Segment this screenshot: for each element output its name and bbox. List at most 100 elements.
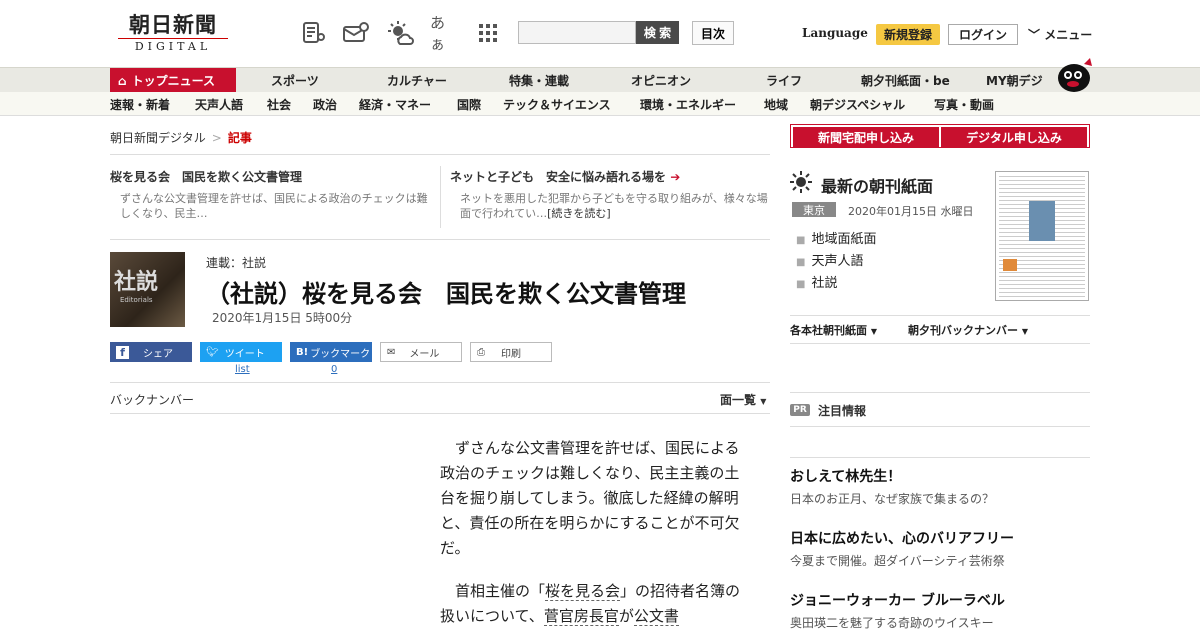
nav-breaking[interactable]: 速報・新着 — [110, 96, 170, 113]
article-date: 2020年1月15日 5時00分 — [212, 311, 353, 325]
edition-link[interactable]: ■ 天声人語 — [796, 250, 863, 269]
edition-link[interactable]: ■ 社説 — [796, 272, 837, 291]
keyword-link[interactable]: 菅官房長官 — [543, 607, 619, 626]
logo-main-text: 朝日新聞 — [129, 12, 217, 37]
font-size-icon[interactable]: あぁ — [430, 14, 458, 53]
divider — [790, 315, 1090, 316]
menu-button[interactable]: ﹀ メニュー — [1028, 26, 1092, 43]
backnumber-link[interactable]: バックナンバー — [110, 391, 194, 408]
twitter-icon: 🐦︎ — [206, 346, 219, 358]
grid-menu-icon[interactable] — [474, 20, 502, 46]
nav-opinion[interactable]: オピニオン — [631, 72, 691, 89]
edition-link[interactable]: ■ 地域面紙面 — [796, 228, 876, 247]
hatena-bookmark-button[interactable]: B! ブックマーク — [290, 342, 372, 362]
teaser-next[interactable]: ネットと子ども 安全に悩み語れる場を ➔ ネットを悪用した犯罪から子どもを守る取… — [450, 168, 770, 221]
promo-subtitle: 日本のお正月、なぜ家族で集まるの？ — [790, 492, 995, 506]
thumb-subtitle: Editorials — [120, 296, 153, 304]
nav-my-asadigi[interactable]: MY朝デジ — [986, 72, 1043, 89]
digital-subscribe-button[interactable]: デジタル申し込み — [941, 127, 1087, 147]
nav-politics[interactable]: 政治 — [313, 96, 337, 113]
back-issues-dropdown[interactable]: 朝夕刊バックナンバー ▼ — [908, 322, 1028, 338]
nav-print-edition[interactable]: 朝夕刊紙面・be — [861, 72, 950, 89]
nav-international[interactable]: 国際 — [457, 96, 481, 113]
text-run: 首相主催の「 — [455, 582, 546, 600]
hatena-count[interactable]: 0 — [331, 364, 337, 375]
hatena-label: ブックマーク — [310, 348, 371, 360]
teaser-summary: ずさんな公文書管理を許せば、国民による政治のチェックは難しくなり、民主… — [120, 192, 428, 220]
nav-sports[interactable]: スポーツ — [271, 72, 319, 89]
print-label: 印刷 — [501, 348, 521, 360]
nav-top-news[interactable]: ⌂ トップニュース — [110, 68, 236, 93]
nav-special[interactable]: 朝デジスペシャル — [810, 96, 905, 113]
latest-edition-title: 最新の朝刊紙面 — [821, 177, 934, 196]
promo-title: 日本に広めたい、心のバリアフリー — [790, 531, 1014, 547]
menu-label: メニュー — [1044, 28, 1093, 42]
edition-badge: 東京 — [792, 202, 836, 217]
triangle-down-icon: ▼ — [760, 397, 767, 406]
news-list-icon[interactable] — [300, 20, 328, 46]
divider — [790, 392, 1090, 393]
page-list-label: 面一覧 — [720, 393, 757, 407]
pr-badge: PR — [790, 404, 810, 416]
mail-icon[interactable] — [342, 20, 370, 46]
read-more-link[interactable]: [続きを読む] — [547, 207, 611, 220]
toc-button[interactable]: 目次 — [692, 21, 734, 45]
divider — [790, 343, 1090, 344]
breadcrumb-home[interactable]: 朝日新聞デジタル — [110, 131, 206, 145]
article-headline: （社説）桜を見る会 国民を欺く公文書管理 — [206, 280, 686, 308]
hatena-icon: B! — [296, 346, 309, 358]
mascot-icon[interactable] — [1054, 56, 1094, 92]
page-list-dropdown[interactable]: 面一覧 ▼ — [720, 391, 766, 408]
promo-item[interactable]: おしえて林先生！ 日本のお正月、なぜ家族で集まるの？ — [790, 466, 1090, 507]
nav-society[interactable]: 社会 — [267, 96, 291, 113]
language-link[interactable]: Language — [802, 26, 868, 40]
back-issues-label: 朝夕刊バックナンバー — [908, 324, 1018, 337]
newspaper-photo — [1029, 201, 1055, 241]
envelope-icon: ✉ — [387, 346, 396, 358]
bullet-icon: ■ — [796, 279, 806, 290]
promo-item[interactable]: ジョニーウォーカー ブルーラベル 奥田瑛二を魅了する奇跡のウイスキー — [790, 590, 1090, 630]
teaser-current[interactable]: 桜を見る会 国民を欺く公文書管理 ずさんな公文書管理を許せば、国民による政治のチ… — [110, 168, 430, 221]
nav-economy[interactable]: 経済・マネー — [359, 96, 431, 113]
nav-culture[interactable]: カルチャー — [387, 72, 447, 89]
register-button[interactable]: 新規登録 — [876, 24, 940, 45]
keyword-link[interactable]: 公文書 — [633, 607, 679, 626]
breadcrumb-separator: > — [211, 131, 222, 145]
print-button[interactable]: ⎙ 印刷 — [470, 342, 552, 362]
series-link[interactable]: 連載：社説 — [206, 254, 266, 271]
search-input[interactable] — [518, 21, 636, 44]
teaser-title: 桜を見る会 国民を欺く公文書管理 — [110, 170, 303, 184]
nav-life[interactable]: ライフ — [766, 72, 802, 89]
twitter-share-button[interactable]: 🐦︎ ツイート — [200, 342, 282, 362]
newspaper-thumbnail[interactable] — [995, 171, 1089, 301]
twitter-count[interactable]: list — [235, 364, 250, 375]
nav-features[interactable]: 特集・連載 — [509, 72, 569, 89]
edition-date: 2020年01月15日 水曜日 — [848, 205, 974, 218]
nav-tenseijingo[interactable]: 天声人語 — [195, 96, 243, 113]
divider — [110, 239, 770, 240]
secondary-nav: 速報・新着 天声人語 社会 政治 経済・マネー 国際 テック＆サイエンス 環境・… — [0, 92, 1200, 116]
mail-share-button[interactable]: ✉ メール — [380, 342, 462, 362]
promo-subtitle: 今夏まで開催。超ダイバーシティ芸術祭 — [790, 554, 1005, 568]
nav-photo-video[interactable]: 写真・動画 — [934, 96, 994, 113]
home-delivery-button[interactable]: 新聞宅配申し込み — [793, 127, 939, 147]
promo-item[interactable]: 日本に広めたい、心のバリアフリー 今夏まで開催。超ダイバーシティ芸術祭 — [790, 528, 1090, 569]
subscription-box: 新聞宅配申し込み デジタル申し込み — [790, 124, 1090, 148]
teaser-title: ネットと子ども 安全に悩み語れる場を — [450, 170, 667, 184]
search-button[interactable]: 検 索 — [636, 21, 679, 44]
facebook-icon: f — [116, 345, 129, 359]
sun-icon — [790, 171, 812, 193]
keyword-link[interactable]: 桜を見る会 — [545, 582, 621, 601]
facebook-share-button[interactable]: f シェア — [110, 342, 192, 362]
triangle-down-icon: ▼ — [870, 327, 877, 336]
bullet-icon: ■ — [796, 235, 806, 246]
regional-editions-dropdown[interactable]: 各本社朝刊紙面 ▼ — [790, 322, 877, 338]
nav-region[interactable]: 地域 — [764, 96, 788, 113]
nav-tech-science[interactable]: テック＆サイエンス — [503, 96, 611, 113]
weather-icon[interactable] — [386, 20, 414, 46]
triangle-down-icon: ▼ — [1021, 327, 1028, 336]
nav-environment[interactable]: 環境・エネルギー — [640, 96, 736, 113]
promo-subtitle: 奥田瑛二を魅了する奇跡のウイスキー — [790, 616, 994, 630]
asahi-logo[interactable]: 朝日新聞 DIGITAL — [118, 12, 228, 53]
login-button[interactable]: ログイン — [948, 24, 1018, 45]
